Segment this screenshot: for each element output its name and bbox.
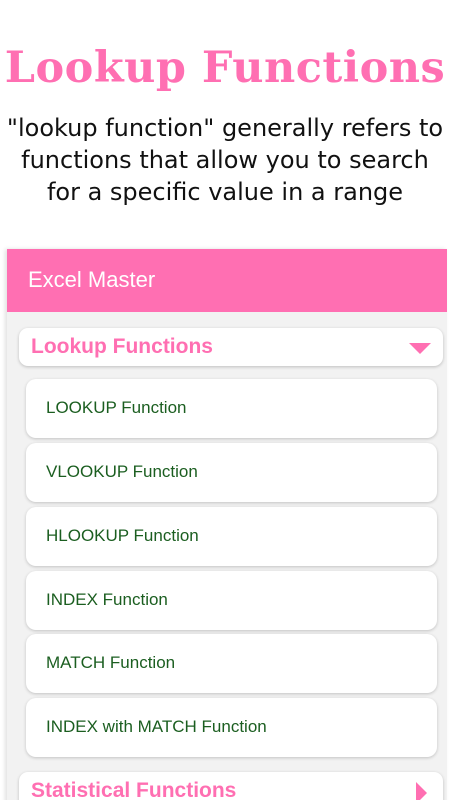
list-item-label: INDEX with MATCH Function — [46, 717, 267, 736]
list-item-label: INDEX Function — [46, 590, 168, 609]
list-item-index-function[interactable]: INDEX Function — [26, 571, 437, 630]
list-item-vlookup-function[interactable]: VLOOKUP Function — [26, 443, 437, 502]
list-item-match-function[interactable]: MATCH Function — [26, 634, 437, 693]
caret-right-icon — [416, 782, 427, 800]
category-list[interactable]: Lookup Functions LOOKUP Function VLOOKUP… — [7, 312, 447, 800]
list-item-lookup-function[interactable]: LOOKUP Function — [26, 379, 437, 438]
list-item-label: LOOKUP Function — [46, 398, 187, 417]
category-header-lookup[interactable]: Lookup Functions — [19, 328, 443, 366]
app-preview: Excel Master Lookup Functions LOOKUP Fun… — [7, 249, 447, 800]
list-item-label: MATCH Function — [46, 653, 176, 672]
list-item-label: VLOOKUP Function — [46, 462, 198, 481]
list-item-label: HLOOKUP Function — [46, 526, 199, 545]
caret-down-icon — [409, 343, 431, 354]
category-label: Lookup Functions — [31, 335, 213, 358]
category-header-statistical[interactable]: Statistical Functions — [19, 772, 443, 800]
page-description: "lookup function" generally refers to fu… — [6, 114, 444, 206]
list-item-hlookup-function[interactable]: HLOOKUP Function — [26, 507, 437, 566]
list-item-index-with-match-function[interactable]: INDEX with MATCH Function — [26, 698, 437, 757]
app-bar: Excel Master — [7, 249, 447, 312]
page-title: Lookup Functions — [4, 43, 446, 93]
app-title: Excel Master — [28, 267, 156, 292]
category-label: Statistical Functions — [31, 779, 237, 800]
